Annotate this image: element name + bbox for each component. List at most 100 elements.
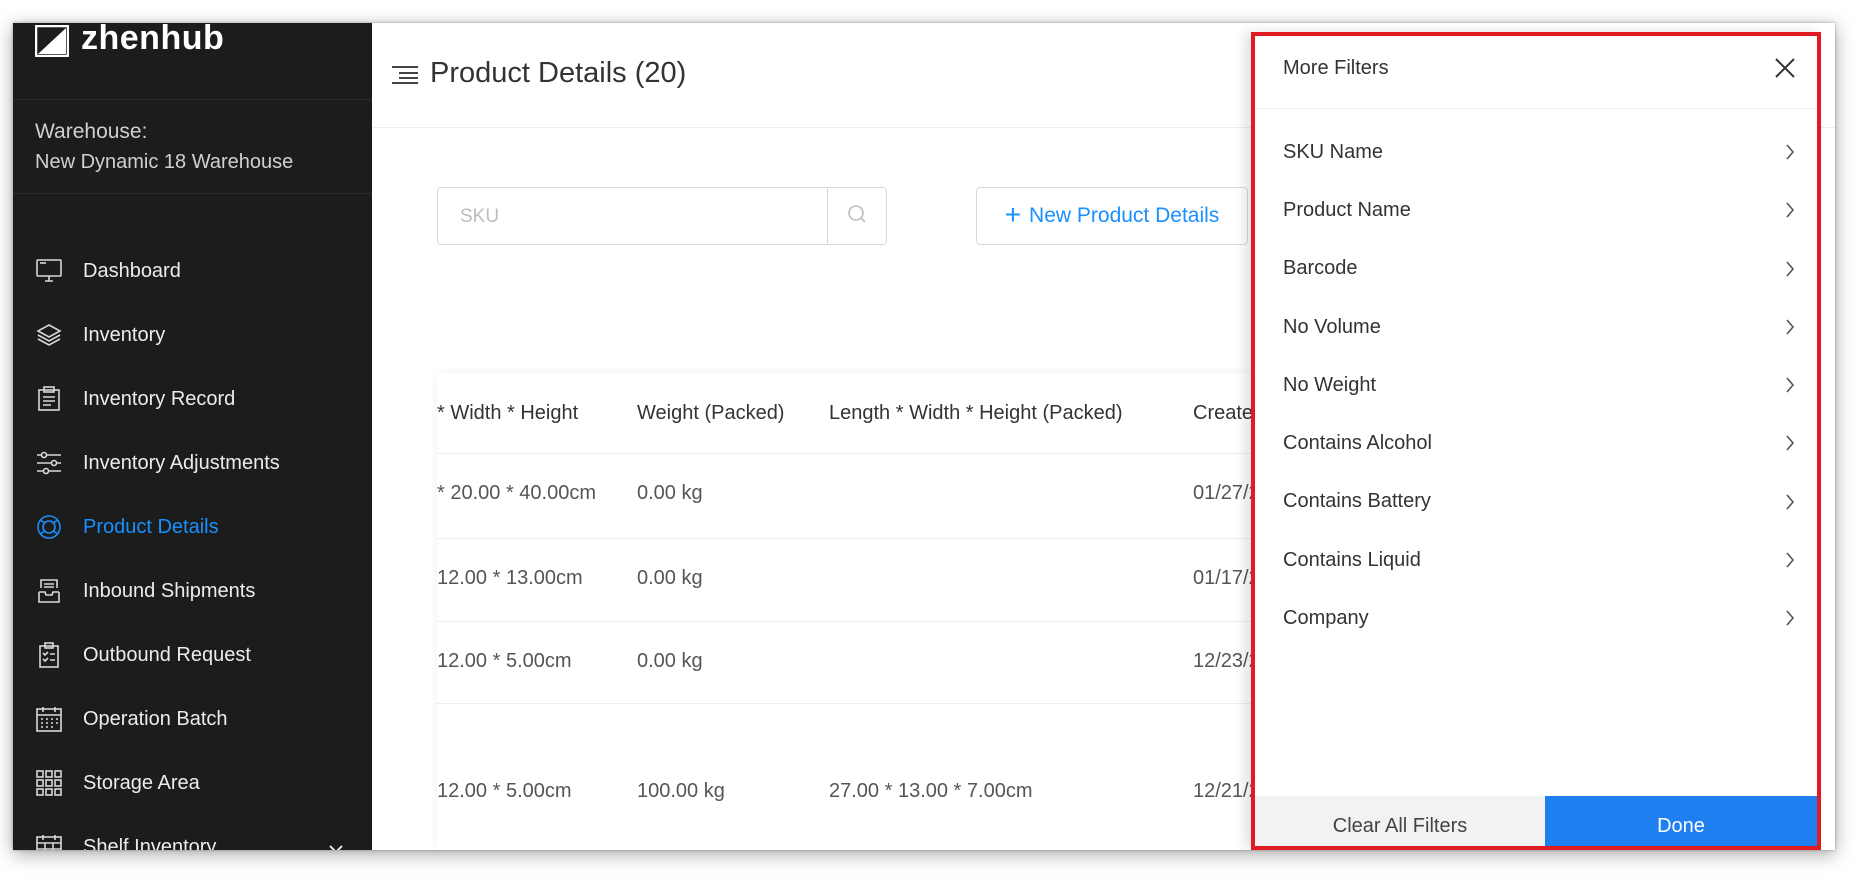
sidebar-item-label: Inbound Shipments bbox=[83, 579, 256, 602]
inbox-icon bbox=[35, 577, 63, 605]
menu-toggle-icon[interactable] bbox=[391, 65, 419, 90]
sidebar-item-label: Operation Batch bbox=[83, 707, 228, 730]
filter-label: No Volume bbox=[1283, 315, 1381, 338]
calendar-icon bbox=[35, 705, 63, 733]
sidebar-item-label: Product Details bbox=[83, 515, 219, 538]
filter-barcode[interactable]: Barcode bbox=[1255, 240, 1817, 298]
drawer-title: More Filters bbox=[1283, 57, 1389, 79]
sidebar-item-label: Dashboard bbox=[83, 259, 181, 282]
brand: zhenhub bbox=[13, 23, 372, 100]
new-product-details-label: New Product Details bbox=[1029, 204, 1220, 227]
filter-label: Contains Liquid bbox=[1283, 548, 1421, 571]
filter-contains-liquid[interactable]: Contains Liquid bbox=[1255, 531, 1817, 589]
column-header[interactable]: Length * Width * Height (Packed) bbox=[829, 402, 1123, 425]
filter-contains-alcohol[interactable]: Contains Alcohol bbox=[1255, 414, 1817, 472]
new-product-details-button[interactable]: + New Product Details bbox=[976, 187, 1248, 245]
table-header: * Width * Height Weight (Packed) Length … bbox=[437, 373, 1297, 454]
chevron-right-icon bbox=[1785, 260, 1795, 283]
search-icon bbox=[847, 204, 867, 229]
filter-product-name[interactable]: Product Name bbox=[1255, 181, 1817, 239]
filter-sku-name[interactable]: SKU Name bbox=[1255, 123, 1817, 181]
sliders-icon bbox=[35, 449, 63, 477]
sidebar-item-shelf-inventory[interactable]: Shelf Inventory bbox=[13, 815, 372, 850]
table-cell: 0.00 kg bbox=[637, 482, 703, 504]
sidebar-item-label: Inventory Adjustments bbox=[83, 451, 280, 474]
clipboard-icon bbox=[35, 385, 63, 413]
chevron-right-icon bbox=[1785, 551, 1795, 574]
warehouse-label: Warehouse: bbox=[35, 120, 148, 143]
chevron-right-icon bbox=[1785, 318, 1795, 341]
table-cell: 12.00 * 5.00cm bbox=[437, 780, 572, 802]
clear-all-filters-button[interactable]: Clear All Filters bbox=[1255, 796, 1545, 846]
product-table: * Width * Height Weight (Packed) Length … bbox=[437, 373, 1297, 850]
sidebar-nav: Dashboard Inventory Inventory Record Inv… bbox=[13, 239, 372, 850]
sidebar-item-label: Outbound Request bbox=[83, 643, 251, 666]
chevron-right-icon bbox=[1785, 376, 1795, 399]
brand-name: zhenhub bbox=[81, 23, 225, 57]
chevron-right-icon bbox=[1785, 609, 1795, 632]
checklist-icon bbox=[35, 641, 63, 669]
table-row[interactable]: 12.00 * 13.00cm 0.00 kg 01/17/20 bbox=[437, 539, 1297, 622]
close-icon[interactable] bbox=[1773, 56, 1797, 80]
sidebar-item-inventory[interactable]: Inventory bbox=[13, 303, 372, 367]
filter-contains-battery[interactable]: Contains Battery bbox=[1255, 473, 1817, 531]
sidebar-item-inventory-record[interactable]: Inventory Record bbox=[13, 367, 372, 431]
chevron-right-icon bbox=[1785, 493, 1795, 516]
sidebar-item-inbound-shipments[interactable]: Inbound Shipments bbox=[13, 559, 372, 623]
page-title: Product Details (20) bbox=[430, 57, 687, 89]
table-cell: * 20.00 * 40.00cm bbox=[437, 482, 596, 504]
sidebar-item-label: Storage Area bbox=[83, 771, 200, 794]
more-filters-drawer: More Filters SKU Name Product Name Barco… bbox=[1251, 32, 1821, 850]
table-row[interactable]: 12.00 * 5.00cm 100.00 kg 27.00 * 13.00 *… bbox=[437, 704, 1297, 850]
filter-no-weight[interactable]: No Weight bbox=[1255, 356, 1817, 414]
grid-icon bbox=[35, 769, 63, 797]
sidebar-item-inventory-adjustments[interactable]: Inventory Adjustments bbox=[13, 431, 372, 495]
column-header[interactable]: * Width * Height bbox=[437, 402, 578, 425]
drawer-header: More Filters bbox=[1255, 36, 1817, 109]
sidebar-item-outbound-request[interactable]: Outbound Request bbox=[13, 623, 372, 687]
drawer-footer: Clear All Filters Done bbox=[1255, 796, 1817, 846]
search-button[interactable] bbox=[827, 188, 886, 244]
filter-label: Company bbox=[1283, 607, 1369, 630]
table-cell: 0.00 kg bbox=[637, 650, 703, 672]
filter-label: SKU Name bbox=[1283, 140, 1384, 163]
filter-list: SKU Name Product Name Barcode No Volume … bbox=[1255, 109, 1817, 648]
filter-label: Contains Alcohol bbox=[1283, 432, 1432, 455]
table-row[interactable]: * 20.00 * 40.00cm 0.00 kg 01/27/20 bbox=[437, 454, 1297, 539]
app-window: zhenhub Warehouse: New Dynamic 18 Wareho… bbox=[13, 23, 1835, 850]
layers-icon bbox=[35, 321, 63, 349]
filter-company[interactable]: Company bbox=[1255, 589, 1817, 647]
sidebar-item-label: Inventory Record bbox=[83, 387, 236, 410]
chevron-right-icon bbox=[1785, 434, 1795, 457]
filter-label: Product Name bbox=[1283, 198, 1411, 221]
table-cell: 0.00 kg bbox=[637, 567, 703, 589]
table-cell: 27.00 * 13.00 * 7.00cm bbox=[829, 780, 1033, 802]
done-button[interactable]: Done bbox=[1545, 796, 1817, 846]
column-header[interactable]: Weight (Packed) bbox=[637, 402, 784, 425]
table-cell: 12.00 * 5.00cm bbox=[437, 650, 572, 672]
chevron-right-icon bbox=[1785, 143, 1795, 166]
zhenhub-logo-icon bbox=[35, 25, 69, 57]
sku-search bbox=[437, 187, 887, 246]
warehouse-info: Warehouse: New Dynamic 18 Warehouse bbox=[13, 100, 372, 194]
sidebar-item-label: Shelf Inventory bbox=[83, 835, 217, 851]
sidebar-item-storage-area[interactable]: Storage Area bbox=[13, 751, 372, 815]
warehouse-name[interactable]: New Dynamic 18 Warehouse bbox=[35, 151, 350, 174]
filter-label: Contains Battery bbox=[1283, 490, 1431, 513]
monitor-icon bbox=[35, 257, 63, 285]
filter-label: No Weight bbox=[1283, 373, 1377, 396]
sidebar-item-dashboard[interactable]: Dashboard bbox=[13, 239, 372, 303]
shelf-icon bbox=[35, 833, 63, 850]
product-icon bbox=[35, 513, 63, 541]
chevron-right-icon bbox=[1785, 201, 1795, 224]
sidebar-item-label: Inventory bbox=[83, 323, 166, 346]
chevron-down-icon[interactable] bbox=[328, 837, 344, 850]
plus-icon: + bbox=[1004, 198, 1022, 230]
filter-no-volume[interactable]: No Volume bbox=[1255, 298, 1817, 356]
sidebar-item-operation-batch[interactable]: Operation Batch bbox=[13, 687, 372, 751]
sidebar: zhenhub Warehouse: New Dynamic 18 Wareho… bbox=[13, 23, 372, 850]
sku-search-input[interactable] bbox=[438, 188, 852, 246]
sidebar-item-product-details[interactable]: Product Details bbox=[13, 495, 372, 559]
table-row[interactable]: 12.00 * 5.00cm 0.00 kg 12/23/20 bbox=[437, 622, 1297, 704]
filter-label: Barcode bbox=[1283, 257, 1358, 280]
